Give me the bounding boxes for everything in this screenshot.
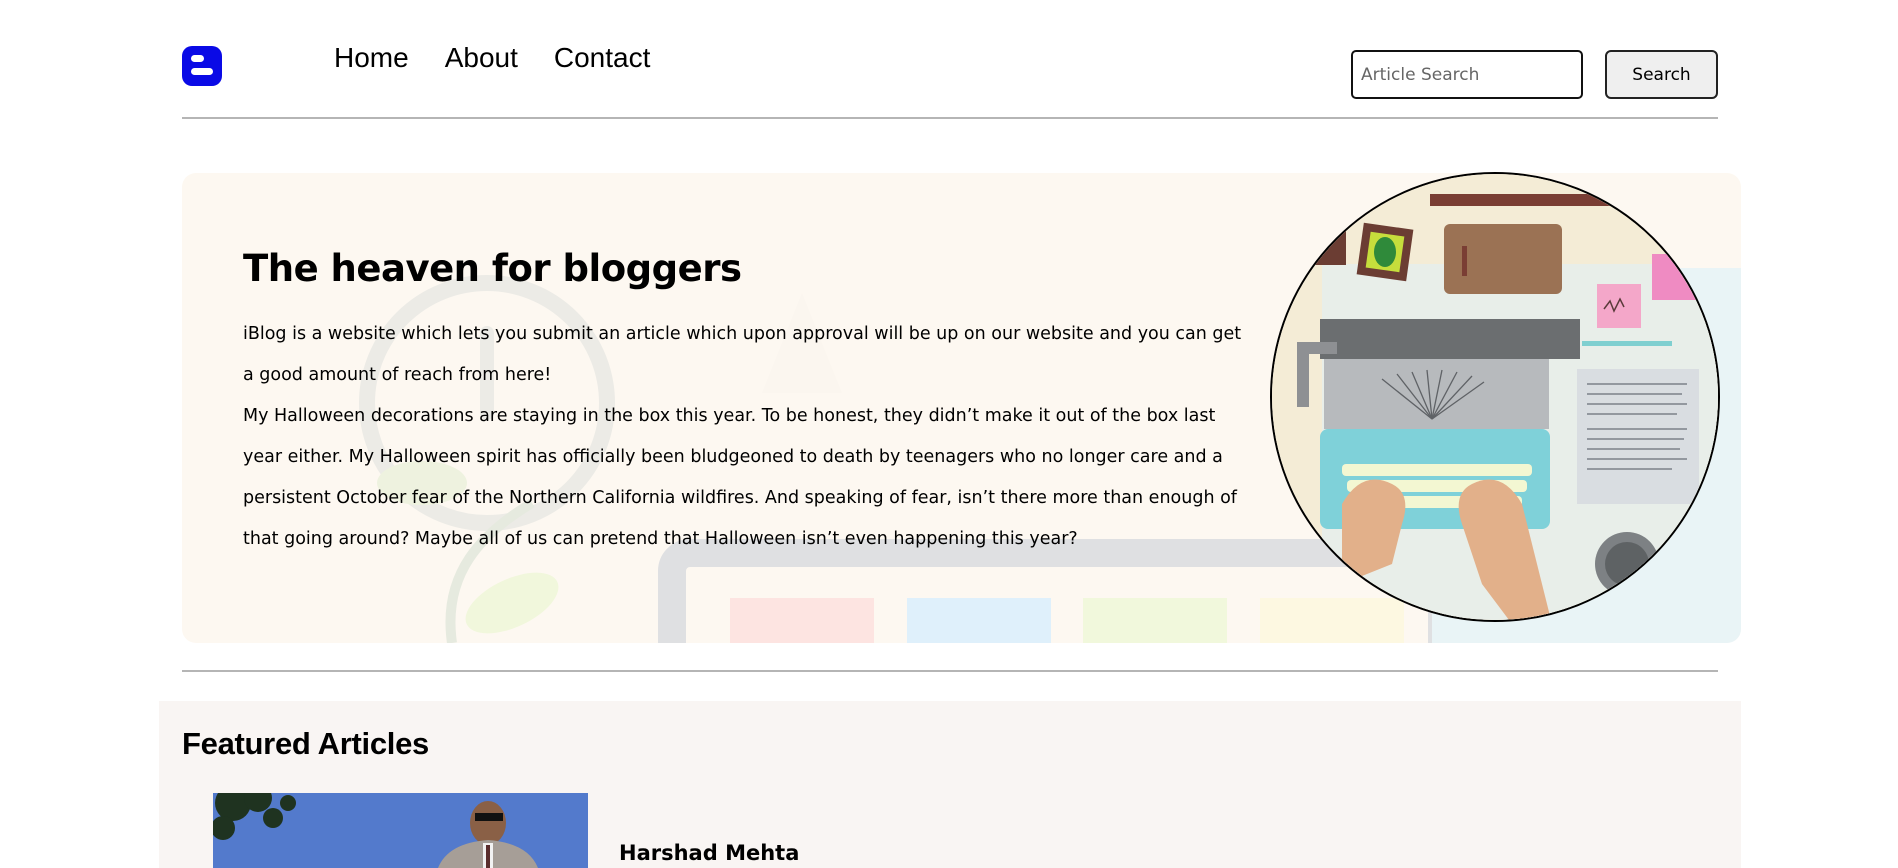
hero-paragraph: iBlog is a website which lets you submit… [243, 324, 1242, 385]
nav-home-link[interactable]: Home [334, 42, 409, 74]
site-header: Home About Contact Search [182, 0, 1718, 119]
featured-articles-section: Featured Articles Harshad Mehta [159, 701, 1741, 868]
main-nav: Home About Contact [334, 42, 650, 74]
nav-about-link[interactable]: About [445, 42, 518, 74]
article-thumbnail[interactable] [213, 793, 588, 868]
article-search-input[interactable] [1351, 50, 1583, 99]
featured-title: Featured Articles [182, 726, 430, 761]
typewriter-desk-illustration [1270, 172, 1720, 622]
nav-contact-link[interactable]: Contact [554, 42, 651, 74]
hero-paragraph: My Halloween decorations are staying in … [243, 406, 1237, 549]
blogger-logo-icon[interactable] [182, 46, 222, 86]
search-button[interactable]: Search [1605, 50, 1718, 99]
article-title[interactable]: Harshad Mehta [619, 841, 799, 865]
hero-description: iBlog is a website which lets you submit… [243, 314, 1243, 560]
section-divider [182, 670, 1718, 672]
hero-title: The heaven for bloggers [243, 247, 742, 290]
